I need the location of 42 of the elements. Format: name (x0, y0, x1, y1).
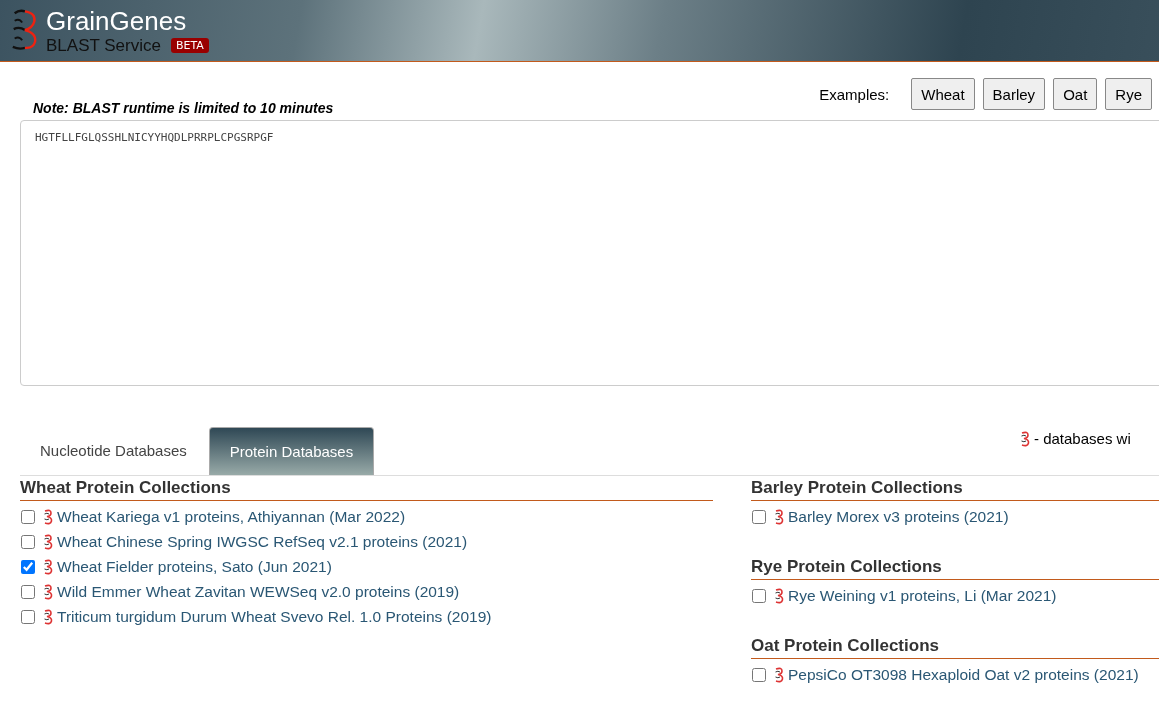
helix-icon (43, 558, 53, 575)
checkbox[interactable] (752, 588, 766, 603)
helix-icon (43, 508, 53, 525)
section-heading: Wheat Protein Collections (20, 476, 713, 501)
site-title: GrainGenes (46, 5, 188, 36)
checkbox[interactable] (21, 534, 35, 549)
checkbox[interactable] (21, 509, 35, 524)
database-name[interactable]: PepsiCo OT3098 Hexaploid Oat v2 proteins (2021) (788, 665, 1139, 684)
beta-badge: BETA (170, 38, 209, 53)
helix-icon (774, 587, 784, 604)
example-button[interactable]: Wheat (911, 78, 975, 110)
sequence-input[interactable]: HGTFLLFGLQSSHLNICYYHQDLPRRPLCPGSRPGF (20, 120, 1159, 386)
helix-icon (774, 508, 784, 525)
helix-icon (1020, 430, 1030, 447)
example-button[interactable]: Oat (1053, 78, 1098, 110)
database-name[interactable]: Triticum turgidum Durum Wheat Svevo Rel. 1.0 Proteins (2019) (57, 607, 492, 626)
database-name[interactable]: Wheat Fielder proteins, Sato (Jun 2021) (57, 557, 332, 576)
example-button[interactable]: Barley (982, 78, 1046, 110)
legend-text: - databases wi (1034, 430, 1131, 447)
database-name[interactable]: Rye Weining v1 proteins, Li (Mar 2021) (788, 586, 1057, 605)
database-name[interactable]: Barley Morex v3 proteins (2021) (788, 507, 1009, 526)
checkbox[interactable] (21, 609, 35, 624)
database-tab[interactable]: Protein Databases (208, 427, 375, 475)
helix-icon (774, 666, 784, 683)
checkbox[interactable] (752, 667, 766, 682)
database-name[interactable]: Wild Emmer Wheat Zavitan WEWSeq v2.0 proteins (2019) (57, 582, 460, 601)
example-button[interactable]: Rye (1105, 78, 1152, 110)
helix-icon (43, 533, 53, 550)
section-heading: Rye Protein Collections (751, 555, 1159, 580)
checkbox[interactable] (752, 509, 766, 524)
runtime-note: Note: BLAST runtime is limited to 10 minutes (33, 100, 334, 116)
checkbox[interactable] (21, 559, 35, 574)
checkbox[interactable] (21, 584, 35, 599)
database-name[interactable]: Wheat Kariega v1 proteins, Athiyannan (Mar 2022) (57, 507, 406, 526)
database-tab[interactable]: Nucleotide Databases (20, 427, 207, 475)
examples-label: Examples: (819, 85, 890, 103)
database-name[interactable]: Wheat Chinese Spring IWGSC RefSeq v2.1 proteins (2021) (57, 532, 468, 551)
section-heading: Barley Protein Collections (751, 476, 1159, 501)
service-title: BLAST Service (46, 35, 161, 56)
section-heading: Oat Protein Collections (751, 634, 1159, 659)
helix-icon (43, 608, 53, 625)
helix-icon (43, 583, 53, 600)
